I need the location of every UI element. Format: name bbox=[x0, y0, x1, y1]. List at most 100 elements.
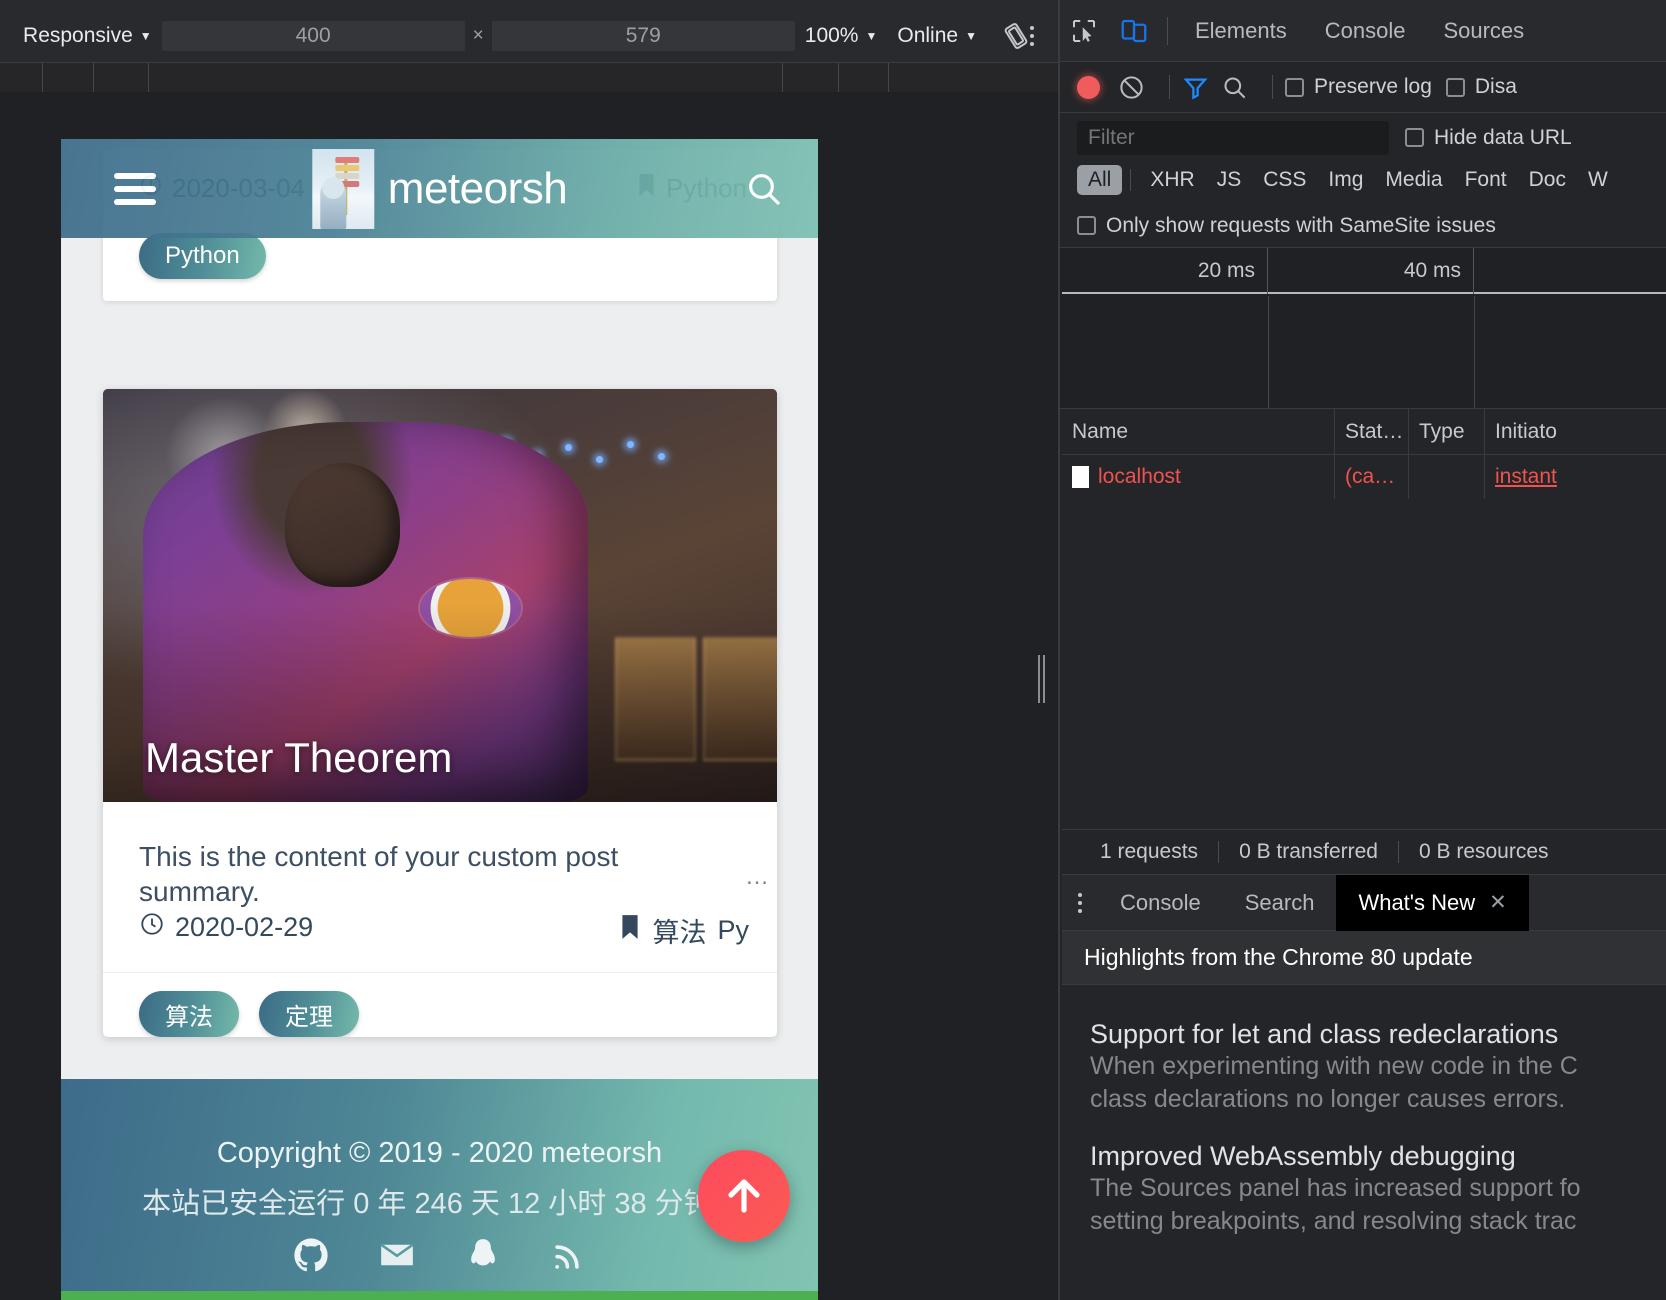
disable-cache-checkbox[interactable]: Disa bbox=[1445, 75, 1517, 99]
tab-console[interactable]: Console bbox=[1306, 18, 1425, 44]
post-category-secondary[interactable]: Py bbox=[717, 915, 749, 946]
footer-social-links bbox=[61, 1236, 818, 1279]
overview-timeline-ruler: 20 ms 40 ms bbox=[1062, 248, 1666, 294]
column-header-name[interactable]: Name bbox=[1062, 408, 1335, 455]
previous-post-tags: Python bbox=[139, 233, 266, 279]
network-throttling-select[interactable]: Online ▼ bbox=[887, 24, 987, 48]
site-header: meteorsh bbox=[61, 139, 818, 238]
post-cover-image[interactable]: Master Theorem bbox=[103, 389, 777, 802]
samesite-checkbox[interactable]: Only show requests with SameSite issues bbox=[1077, 214, 1496, 238]
whats-new-item-desc-line2: setting breakpoints, and resolving stack… bbox=[1090, 1206, 1577, 1235]
checkbox-box bbox=[1405, 128, 1424, 147]
preserve-log-label: Preserve log bbox=[1314, 75, 1432, 98]
checkbox-box bbox=[1445, 77, 1465, 97]
back-to-top-icon[interactable] bbox=[698, 1150, 790, 1242]
post-category-primary[interactable]: 算法 bbox=[652, 911, 706, 950]
chevron-down-icon: ▼ bbox=[965, 29, 977, 43]
rotate-icon[interactable] bbox=[987, 21, 1045, 51]
drawer-more-icon[interactable] bbox=[1062, 892, 1098, 913]
tag-pill[interactable]: 算法 bbox=[139, 991, 239, 1037]
qq-icon[interactable] bbox=[464, 1236, 502, 1279]
overview-grid bbox=[1062, 296, 1666, 408]
search-icon[interactable] bbox=[742, 167, 786, 211]
cell-initiator[interactable]: instant bbox=[1485, 455, 1666, 499]
chip-all[interactable]: All bbox=[1077, 165, 1123, 195]
preserve-log-checkbox[interactable]: Preserve log bbox=[1285, 75, 1432, 99]
more-options-icon[interactable] bbox=[1030, 26, 1034, 46]
post-card[interactable]: Master Theorem This is the content of yo… bbox=[103, 389, 777, 1037]
github-icon[interactable] bbox=[292, 1236, 330, 1279]
drawer-tab-console[interactable]: Console bbox=[1098, 875, 1223, 931]
status-resources: 0 B resources bbox=[1418, 840, 1549, 863]
post-summary: This is the content of your custom post … bbox=[139, 841, 619, 907]
chip-css[interactable]: CSS bbox=[1252, 165, 1317, 195]
filter-icon[interactable] bbox=[1182, 74, 1209, 101]
chip-img[interactable]: Img bbox=[1317, 165, 1374, 195]
post-date: 2020-02-29 bbox=[175, 912, 314, 942]
column-header-type[interactable]: Type bbox=[1409, 408, 1485, 455]
chip-font[interactable]: Font bbox=[1454, 165, 1518, 195]
viewport-ruler bbox=[0, 62, 1058, 93]
whats-new-item[interactable]: Improved WebAssembly debugging The Sourc… bbox=[1090, 1141, 1666, 1237]
site-brand-name: meteorsh bbox=[387, 163, 568, 213]
panel-resize-handle[interactable] bbox=[1038, 655, 1048, 703]
filter-input[interactable] bbox=[1077, 120, 1389, 155]
search-icon[interactable] bbox=[1221, 74, 1248, 101]
column-header-initiator[interactable]: Initiato bbox=[1485, 409, 1666, 455]
network-status-bar: 1 requests 0 B transferred 0 B resources bbox=[1062, 829, 1666, 875]
overview-tick-1: 20 ms bbox=[1197, 259, 1255, 282]
status-transferred: 0 B transferred bbox=[1239, 840, 1378, 863]
status-requests: 1 requests bbox=[1100, 840, 1199, 863]
whats-new-item-title[interactable]: Improved WebAssembly debugging bbox=[1090, 1141, 1666, 1172]
drawer-tabbar: Console Search What's New ✕ bbox=[1062, 874, 1666, 931]
post-title: Master Theorem bbox=[145, 734, 453, 781]
record-button[interactable] bbox=[1077, 75, 1100, 99]
toggle-device-toolbar-icon[interactable] bbox=[1109, 16, 1159, 46]
tag-pill[interactable]: Python bbox=[139, 233, 266, 279]
rss-icon[interactable] bbox=[550, 1236, 588, 1279]
zoom-select[interactable]: 100% ▼ bbox=[795, 24, 888, 48]
tab-sources[interactable]: Sources bbox=[1424, 18, 1543, 44]
table-row[interactable]: localhost (ca… instant bbox=[1062, 455, 1666, 499]
whats-new-item-title[interactable]: Support for let and class redeclarations bbox=[1090, 1019, 1666, 1050]
device-emulation-toolbar: Responsive ▼ × 100% ▼ Online ▼ bbox=[0, 10, 1058, 62]
whats-new-item-desc-line1: When experimenting with new code in the … bbox=[1090, 1052, 1578, 1080]
devtools-left-border bbox=[1059, 0, 1060, 1300]
chip-media[interactable]: Media bbox=[1374, 165, 1453, 195]
viewport-width-input[interactable] bbox=[161, 21, 465, 51]
samesite-filter-row: Only show requests with SameSite issues bbox=[1059, 204, 1666, 248]
site-logo-image bbox=[311, 148, 374, 229]
site-brand[interactable]: meteorsh bbox=[311, 148, 568, 229]
initiator-link[interactable]: instant bbox=[1495, 455, 1557, 499]
zoom-label: 100% bbox=[804, 24, 859, 47]
network-filter-row: Hide data URL bbox=[1059, 113, 1666, 162]
chip-doc[interactable]: Doc bbox=[1518, 165, 1577, 195]
drawer-tab-search[interactable]: Search bbox=[1223, 875, 1337, 931]
chevron-down-icon: ▼ bbox=[139, 29, 152, 43]
device-select[interactable]: Responsive ▼ bbox=[13, 24, 162, 48]
whats-new-body[interactable]: Support for let and class redeclarations… bbox=[1062, 985, 1666, 1300]
post-meta: 2020-02-29 bbox=[139, 911, 313, 944]
post-tags: 算法 定理 bbox=[139, 991, 359, 1037]
chip-ws[interactable]: W bbox=[1577, 165, 1619, 195]
drawer-tab-whats-new[interactable]: What's New ✕ bbox=[1336, 874, 1529, 931]
network-overview[interactable]: 20 ms 40 ms bbox=[1059, 248, 1666, 409]
email-icon[interactable] bbox=[378, 1236, 416, 1279]
column-header-status[interactable]: Stat… bbox=[1335, 408, 1409, 455]
cell-name[interactable]: localhost bbox=[1062, 455, 1335, 499]
whats-new-item[interactable]: Support for let and class redeclarations… bbox=[1090, 1019, 1666, 1115]
chip-xhr[interactable]: XHR bbox=[1139, 165, 1205, 195]
summary-ellipsis: … bbox=[745, 863, 769, 890]
viewport-height-input[interactable] bbox=[491, 21, 795, 51]
clear-icon[interactable] bbox=[1118, 74, 1145, 101]
inspect-element-icon[interactable] bbox=[1059, 16, 1109, 46]
tag-pill[interactable]: 定理 bbox=[259, 991, 359, 1037]
hide-data-urls-checkbox[interactable]: Hide data URL bbox=[1405, 126, 1572, 150]
hamburger-menu-icon[interactable] bbox=[114, 172, 156, 205]
whats-new-item-desc-line2: class declarations no longer causes erro… bbox=[1090, 1084, 1566, 1113]
chip-js[interactable]: JS bbox=[1206, 165, 1253, 195]
close-icon[interactable]: ✕ bbox=[1489, 875, 1507, 931]
chevron-down-icon: ▼ bbox=[865, 29, 878, 43]
table-header-row: Name Stat… Type Initiato bbox=[1062, 408, 1666, 455]
tab-elements[interactable]: Elements bbox=[1176, 18, 1306, 44]
